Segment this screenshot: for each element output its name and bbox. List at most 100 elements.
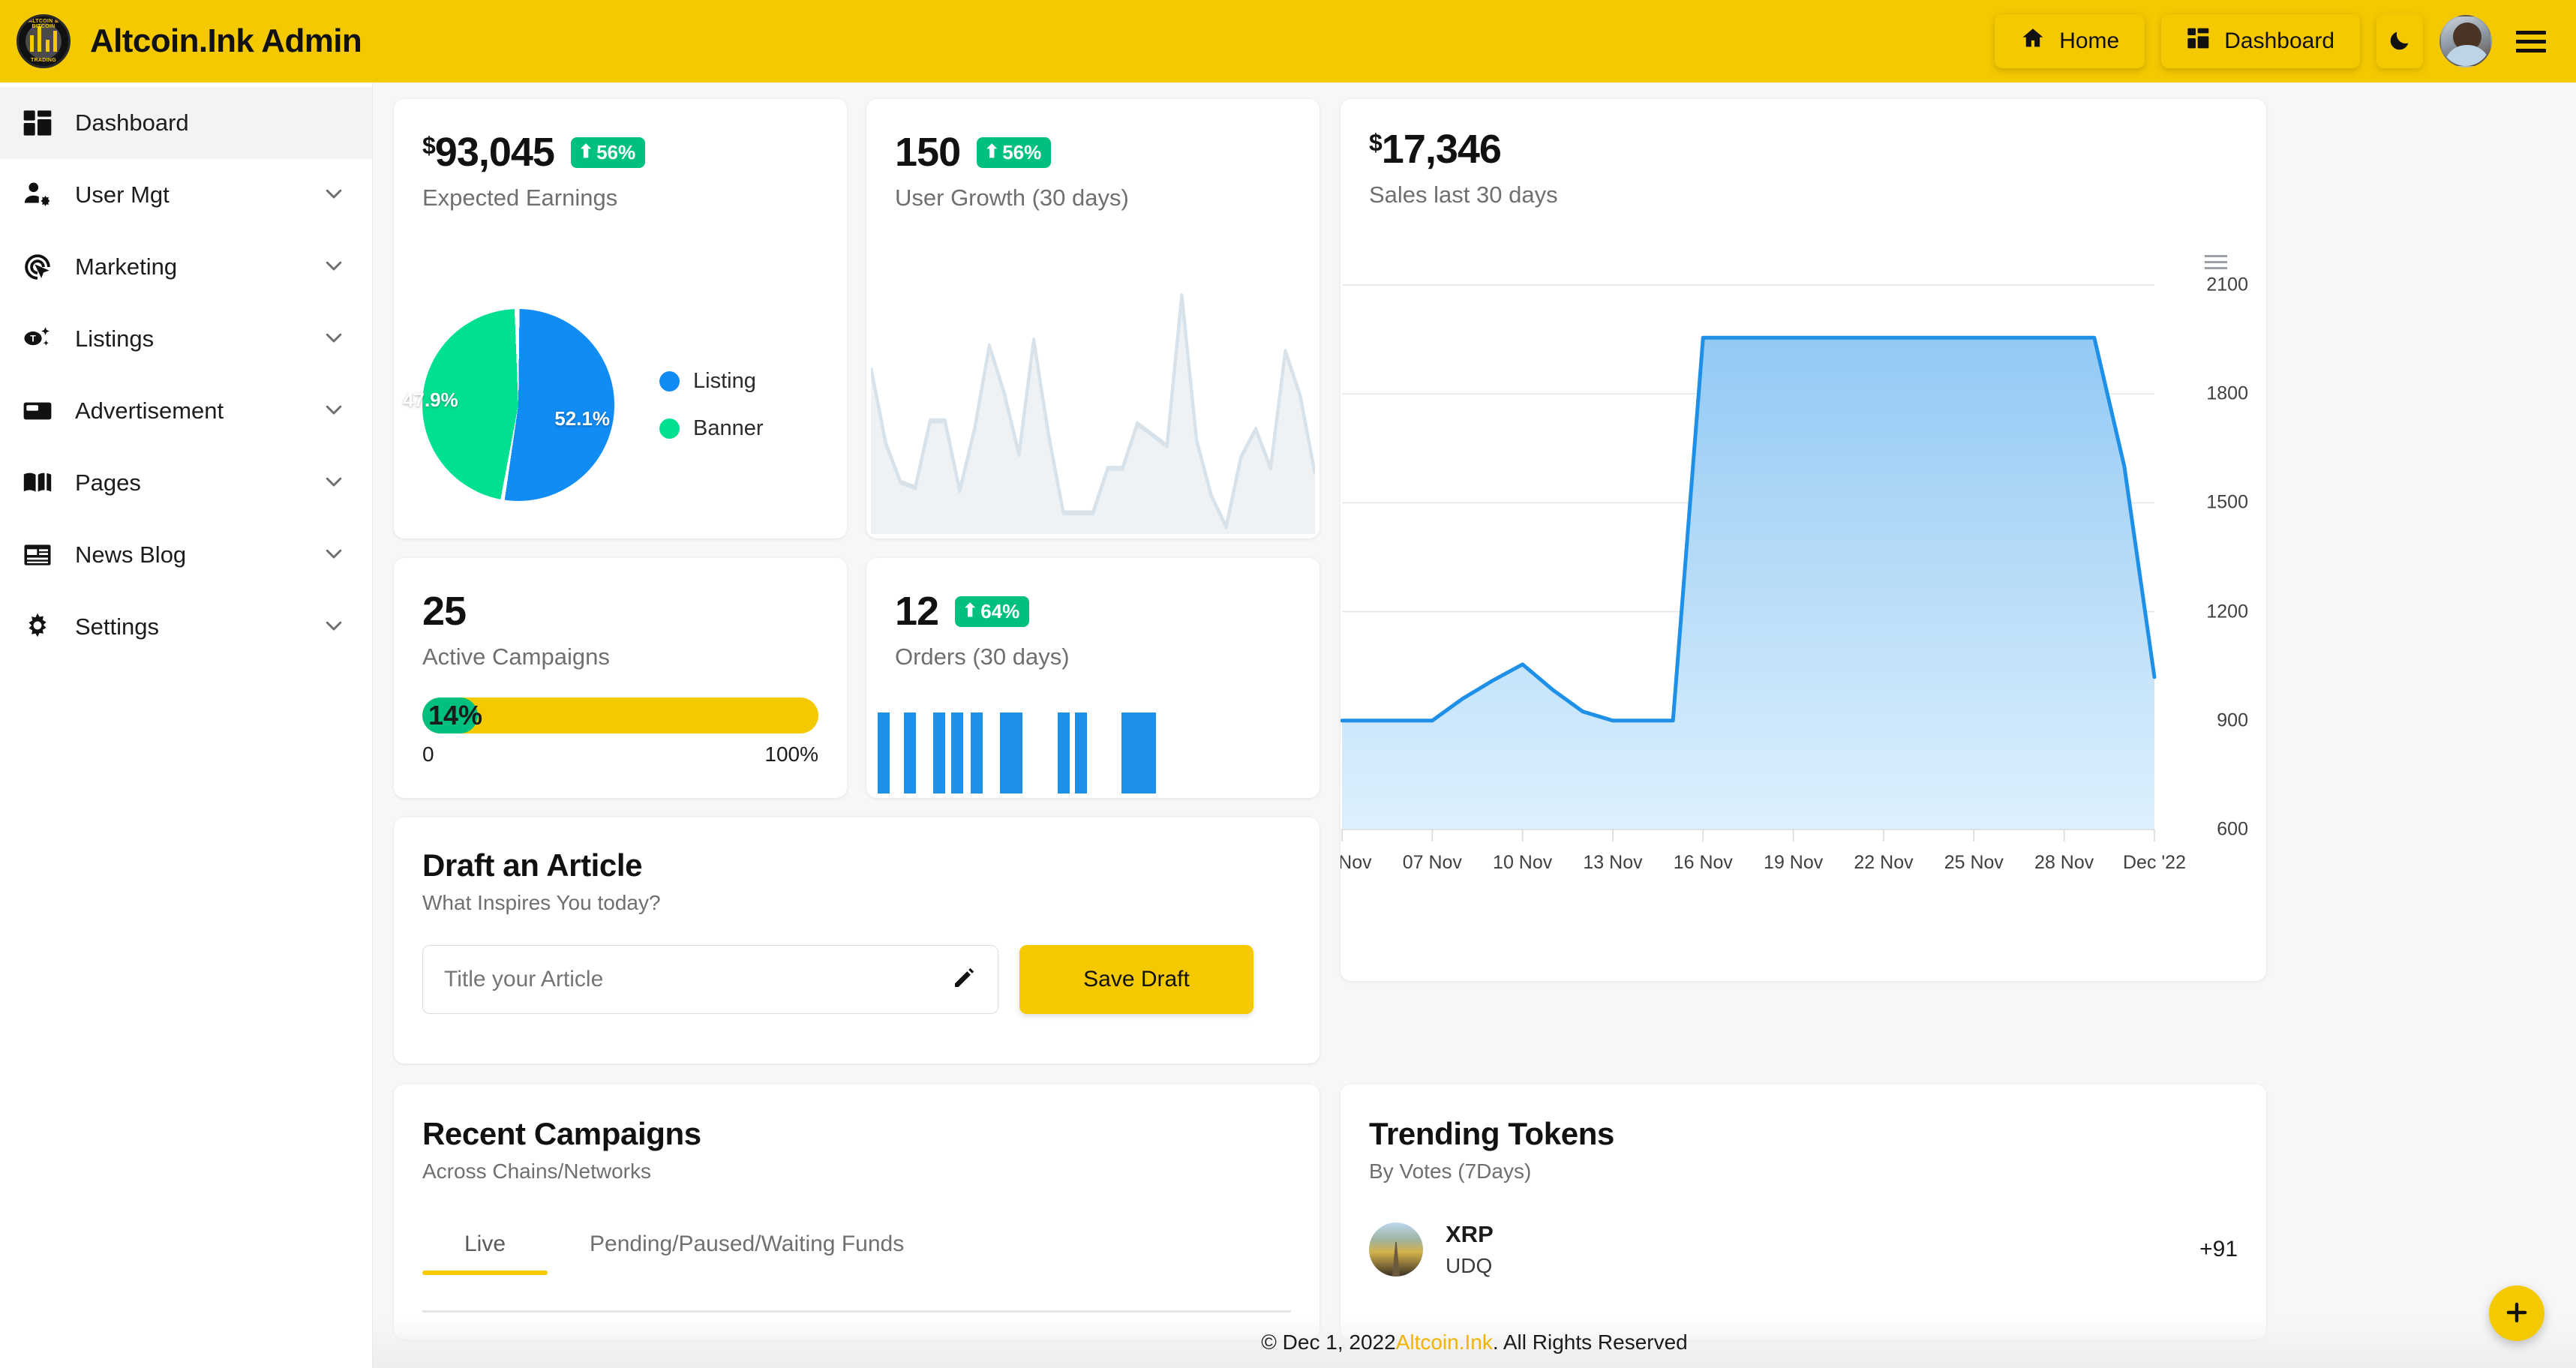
save-draft-button[interactable]: Save Draft — [1019, 945, 1253, 1014]
dark-mode-toggle[interactable] — [2376, 14, 2423, 68]
avatar[interactable] — [2439, 15, 2492, 68]
trending-tokens-panel: Trending Tokens By Votes (7Days) XRP UDQ… — [1341, 1084, 2266, 1340]
sales-head: $17,346 Sales last 30 days — [1341, 129, 2266, 208]
campaign-progress: 14% 0 100% — [422, 698, 818, 766]
sales-x-axis-labels: 04 Nov 07 Nov 10 Nov 13 Nov 16 Nov 19 Nov 22 N… — [1341, 838, 2266, 873]
y-axis-tick-label: 1200 — [2206, 601, 2248, 622]
article-title-field[interactable] — [422, 945, 998, 1014]
sales-area-chart: 600 900 1200 1500 1800 2100 04 Nov 07 Nov 10 No… — [1341, 272, 2266, 873]
newspaper-icon — [20, 537, 56, 573]
logo-text-bottom: TRADING — [31, 58, 56, 63]
sidebar-item-news-blog[interactable]: News Blog — [0, 519, 372, 591]
chevron-down-icon[interactable] — [323, 254, 345, 280]
brand[interactable]: ALTCOIN & BITCOIN TRADING Altcoin.Ink Ad… — [17, 14, 362, 68]
delta-value: 56% — [1002, 140, 1042, 164]
pie-legend: Listing Banner — [659, 369, 764, 441]
earnings-pie-chart: 52.1% 47.9% Listing Banner — [403, 309, 764, 501]
top-header: ALTCOIN & BITCOIN TRADING Altcoin.Ink Ad… — [0, 0, 2576, 82]
orders-card: 12 ⬆ 64% Orders (30 days) — [866, 558, 1320, 798]
sidebar-item-listings[interactable]: T Listings — [0, 303, 372, 375]
svg-text:T: T — [30, 334, 36, 344]
chevron-down-icon[interactable] — [323, 182, 345, 208]
orders-bar — [950, 712, 963, 794]
gear-icon — [20, 609, 56, 645]
orders-label: Orders (30 days) — [895, 644, 1070, 670]
currency-symbol: $ — [1369, 129, 1383, 156]
header-actions: Home Dashboard — [1995, 14, 2550, 68]
progress-min-label: 0 — [422, 742, 434, 766]
chevron-down-icon[interactable] — [323, 614, 345, 640]
orders-bar — [971, 712, 983, 794]
legend-label: Banner — [693, 416, 764, 440]
footer-brand-link[interactable]: Altcoin.Ink — [1396, 1330, 1493, 1354]
right-column: $17,346 Sales last 30 days 600 900 1200 150… — [1341, 99, 2266, 1064]
x-axis-tick-label: 19 Nov — [1764, 852, 1824, 873]
chevron-down-icon[interactable] — [323, 398, 345, 424]
progress-track[interactable]: 14% — [422, 698, 818, 734]
sidebar-item-settings[interactable]: Settings — [0, 591, 372, 663]
token-sparkle-icon: T — [20, 321, 56, 357]
orders-bar — [1057, 712, 1070, 794]
sidebar-item-user-mgt[interactable]: User Mgt — [0, 159, 372, 231]
chevron-down-icon[interactable] — [323, 326, 345, 352]
x-axis-tick-label: 10 Nov — [1493, 852, 1553, 873]
sidebar-item-marketing[interactable]: Marketing — [0, 231, 372, 303]
x-axis-tick-label: 07 Nov — [1402, 852, 1462, 873]
y-axis-tick-label: 600 — [2217, 818, 2248, 840]
stat-row-bottom: 25 Active Campaigns 14% 0 100% 12 ⬆ 64% … — [394, 558, 1320, 798]
article-title-input[interactable] — [444, 967, 951, 992]
orders-value: 12 — [895, 589, 939, 634]
tab-live[interactable]: Live — [422, 1232, 548, 1275]
orders-bar — [877, 712, 890, 794]
expected-earnings-card: $93,045 ⬆ 56% Expected Earnings 52.1% 47… — [394, 99, 847, 538]
menu-icon[interactable] — [2511, 23, 2550, 60]
x-axis-tick-label: 22 Nov — [1854, 852, 1914, 873]
expected-earnings-value: $93,045 — [422, 130, 555, 175]
recent-campaigns-panel: Recent Campaigns Across Chains/Networks … — [394, 1084, 1320, 1340]
sidebar-item-label: News Blog — [75, 542, 187, 568]
sidebar-item-label: Marketing — [75, 254, 178, 280]
sidebar-item-dashboard[interactable]: Dashboard — [0, 87, 372, 159]
legend-item-listing[interactable]: Listing — [659, 369, 764, 394]
user-growth-label: User Growth (30 days) — [895, 184, 1129, 211]
x-axis-tick-label: 16 Nov — [1673, 852, 1733, 873]
app-title: Altcoin.Ink Admin — [90, 22, 362, 59]
add-button[interactable] — [2489, 1286, 2544, 1341]
pencil-icon[interactable] — [951, 965, 977, 994]
pie-graphic: 52.1% 47.9% — [403, 309, 614, 501]
home-button[interactable]: Home — [1995, 14, 2145, 68]
chevron-down-icon[interactable] — [323, 542, 345, 568]
sidebar-item-label: Listings — [75, 326, 155, 352]
chevron-down-icon[interactable] — [323, 470, 345, 496]
legend-item-banner[interactable]: Banner — [659, 416, 764, 441]
y-axis-tick-label: 900 — [2217, 710, 2248, 731]
active-campaigns-head: 25 — [422, 591, 818, 632]
stat-row-top: $93,045 ⬆ 56% Expected Earnings 52.1% 47… — [394, 99, 1320, 538]
dashboard-button[interactable]: Dashboard — [2161, 14, 2360, 68]
expected-earnings-label: Expected Earnings — [422, 184, 618, 211]
recent-campaigns-subtitle: Across Chains/Networks — [422, 1160, 651, 1183]
recent-campaigns-title: Recent Campaigns — [422, 1116, 701, 1151]
y-axis-tick-label: 2100 — [2206, 274, 2248, 296]
home-button-label: Home — [2059, 28, 2120, 53]
x-axis-tick-label: 28 Nov — [2034, 852, 2094, 873]
main-content: $93,045 ⬆ 56% Expected Earnings 52.1% 47… — [373, 82, 2576, 1368]
sales-chart-card: $17,346 Sales last 30 days 600 900 1200 150… — [1341, 99, 2266, 981]
chart-menu-icon[interactable] — [2205, 255, 2227, 269]
altcoin-logo-icon: ALTCOIN & BITCOIN TRADING — [17, 14, 71, 68]
active-campaigns-card: 25 Active Campaigns 14% 0 100% — [394, 558, 847, 798]
orders-bar — [932, 712, 945, 794]
user-growth-value: 150 — [895, 130, 961, 175]
orders-bar — [1132, 712, 1145, 794]
list-item[interactable]: XRP UDQ +91 — [1369, 1221, 2238, 1278]
sidebar-item-pages[interactable]: Pages — [0, 447, 372, 519]
target-click-icon — [20, 249, 56, 285]
orders-bar — [999, 712, 1012, 794]
plus-icon — [2502, 1298, 2531, 1329]
progress-percent-label: 14% — [428, 700, 483, 730]
delta-value: 64% — [980, 599, 1020, 622]
sidebar-item-label: Pages — [75, 470, 141, 496]
tab-pending-paused-waiting-funds[interactable]: Pending/Paused/Waiting Funds — [548, 1232, 946, 1274]
sidebar-item-advertisement[interactable]: Advertisement — [0, 375, 372, 447]
grid-icon — [20, 105, 56, 141]
